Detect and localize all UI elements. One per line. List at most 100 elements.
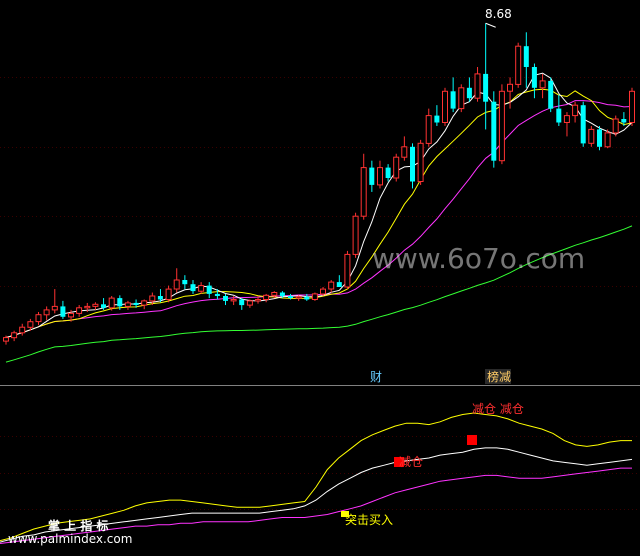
candle-body: [311, 293, 318, 300]
candle-body: [51, 305, 58, 311]
url-watermark: www.palmindex.com: [8, 532, 132, 546]
candle-body: [320, 288, 326, 295]
candle-body: [393, 156, 400, 179]
candle: [239, 298, 245, 310]
candle: [572, 101, 579, 123]
candle-body: [101, 304, 106, 308]
candle: [417, 139, 424, 185]
candle-body: [230, 299, 237, 302]
candle: [401, 136, 408, 161]
candle-body: [401, 146, 408, 158]
candle-body: [483, 73, 489, 102]
candle-body: [239, 299, 245, 306]
candle-body: [198, 285, 205, 292]
buy-signal-label: 突击买入: [345, 512, 393, 527]
candle: [434, 105, 440, 126]
signal-top-label: 减仓 减仓: [472, 402, 524, 416]
candle-body: [621, 119, 627, 123]
candle: [246, 299, 253, 308]
stock-chart: www.6o7o.com 8.68 财 榜减 减仓 减仓 减仓 突击买入 掌 上…: [0, 7, 640, 546]
brand-label: 掌 上 指 标: [48, 518, 109, 533]
candle: [360, 153, 367, 220]
signal-mid-label: 减仓: [399, 455, 423, 469]
candle-body: [563, 115, 570, 123]
candle-body: [417, 142, 424, 183]
candle-body: [206, 285, 212, 294]
candle: [51, 289, 58, 314]
candle-body: [442, 90, 448, 124]
candle: [442, 87, 448, 126]
candle: [498, 84, 505, 165]
candle: [190, 280, 196, 294]
candle-body: [92, 303, 99, 307]
candle-body: [84, 305, 91, 309]
candle-body: [450, 91, 456, 109]
candle: [385, 164, 391, 182]
candle-body: [279, 292, 285, 296]
candle-body: [60, 306, 66, 317]
candle-body: [360, 167, 367, 217]
candle-body: [182, 280, 188, 285]
candle: [425, 108, 432, 147]
candle-body: [141, 300, 148, 306]
candle-body: [263, 294, 270, 300]
candle-body: [556, 108, 562, 123]
candle: [344, 250, 351, 290]
candle: [612, 115, 619, 137]
candle-body: [214, 293, 220, 296]
candle: [124, 300, 131, 310]
candle-body: [548, 80, 554, 109]
candle: [548, 77, 554, 113]
candle-body: [246, 300, 253, 306]
candle: [597, 125, 602, 151]
candle-body: [328, 281, 335, 290]
candle: [507, 77, 513, 109]
candle: [141, 299, 148, 310]
candle: [328, 280, 335, 293]
high-marker-line: [485, 22, 496, 28]
candle-body: [149, 295, 156, 302]
candle: [182, 275, 188, 290]
candle-body: [19, 326, 26, 334]
candle: [515, 42, 522, 88]
candle: [563, 112, 570, 137]
candle-body: [43, 309, 50, 316]
candle: [588, 125, 595, 147]
candle-body: [523, 46, 529, 67]
candle-body: [474, 73, 481, 99]
candle: [466, 77, 472, 102]
candle-body: [288, 296, 293, 299]
candle: [352, 212, 359, 258]
candle-body: [572, 104, 579, 117]
candle-body: [124, 302, 131, 307]
candle: [198, 282, 205, 294]
candle: [377, 160, 383, 189]
candle-body: [588, 128, 595, 144]
candle: [173, 268, 180, 293]
candle: [11, 330, 18, 342]
candle-body: [304, 296, 310, 300]
candle: [410, 143, 415, 189]
candle-body: [271, 292, 278, 296]
candle-body: [604, 132, 611, 148]
candle-body: [385, 167, 391, 178]
candle: [43, 306, 50, 321]
candle-body: [344, 253, 351, 288]
candle: [458, 84, 465, 113]
candle-body: [133, 302, 139, 305]
candle-body: [352, 215, 359, 255]
candle-body: [165, 288, 172, 301]
candle: [311, 292, 318, 301]
candle-body: [117, 298, 123, 307]
candle: [393, 153, 400, 182]
candle: [206, 282, 212, 299]
candle-body: [68, 312, 74, 318]
candle-body: [425, 115, 432, 144]
candle-body: [466, 87, 472, 99]
candle-body: [336, 282, 342, 287]
candle: [369, 160, 375, 192]
high-price-label: 8.68: [485, 7, 512, 21]
candle-body: [434, 115, 440, 123]
candle-body: [580, 105, 586, 144]
ma-slow-line: [5, 100, 633, 339]
